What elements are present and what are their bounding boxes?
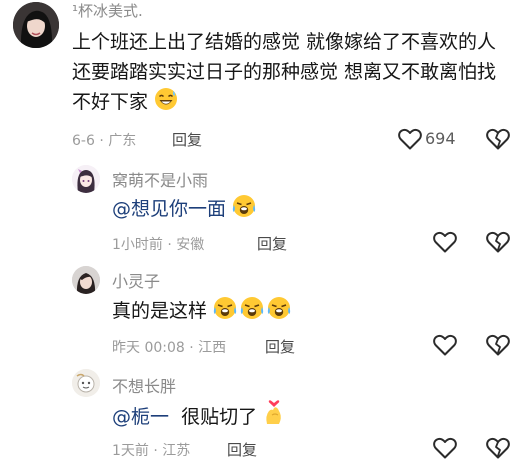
avatar[interactable] <box>72 369 100 397</box>
crying-laughing-emoji <box>240 296 264 320</box>
heart-outline-icon[interactable] <box>432 230 458 254</box>
avatar[interactable] <box>13 2 59 48</box>
reply-button[interactable]: 回复 <box>265 336 295 357</box>
broken-heart-icon[interactable] <box>485 436 511 460</box>
avatar-photo <box>72 266 100 294</box>
reply-button[interactable]: 回复 <box>257 233 287 254</box>
comment-meta: 昨天 00:08 · 江西 <box>112 340 227 356</box>
comment-text-content: 很贴切了 <box>181 406 258 428</box>
reply-button[interactable]: 回复 <box>172 129 202 150</box>
avatar-photo <box>13 2 59 48</box>
heart-outline-icon[interactable] <box>432 436 458 460</box>
reply-button[interactable]: 回复 <box>227 439 257 460</box>
comment-text: 上个班还上出了结婚的感觉 就像嫁给了不喜欢的人 还要踏踏实实过日子的那种感觉 想… <box>72 27 512 117</box>
crying-laughing-emoji <box>213 296 237 320</box>
crying-laughing-emoji <box>232 194 256 218</box>
username[interactable]: 小灵子 <box>112 268 160 292</box>
finger-heart-emoji <box>266 400 281 424</box>
avatar-photo <box>72 165 100 193</box>
comment-text: @栀一 很贴切了 <box>112 400 285 432</box>
broken-heart-icon[interactable] <box>485 333 511 357</box>
like-count: 694 <box>425 129 456 148</box>
avatar[interactable] <box>72 165 100 193</box>
avatar-photo <box>72 369 100 397</box>
comment-meta: 6-6 · 广东 <box>72 133 137 149</box>
username[interactable]: ¹杯冰美式. <box>72 0 143 21</box>
heart-outline-icon[interactable] <box>432 333 458 357</box>
crying-laughing-emoji <box>267 296 291 320</box>
comment-text: @想见你一面 <box>112 194 256 224</box>
grinning-sweat-emoji <box>154 87 178 111</box>
comment-text: 真的是这样 <box>112 296 291 326</box>
mention-link[interactable]: @栀一 <box>112 406 169 428</box>
username[interactable]: 不想长胖 <box>112 373 176 397</box>
broken-heart-icon[interactable] <box>485 230 511 254</box>
username[interactable]: 窝萌不是小雨 <box>112 167 208 191</box>
mention-link[interactable]: @想见你一面 <box>112 198 226 220</box>
comment-meta: 1小时前 · 安徽 <box>112 237 205 253</box>
heart-outline-icon[interactable] <box>397 127 423 151</box>
broken-heart-icon[interactable] <box>485 127 511 151</box>
comment-text-content: 上个班还上出了结婚的感觉 就像嫁给了不喜欢的人 还要踏踏实实过日子的那种感觉 想… <box>72 31 497 113</box>
avatar[interactable] <box>72 266 100 294</box>
comment-meta: 1天前 · 江苏 <box>112 443 191 459</box>
comment-text-content: 真的是这样 <box>112 300 208 322</box>
